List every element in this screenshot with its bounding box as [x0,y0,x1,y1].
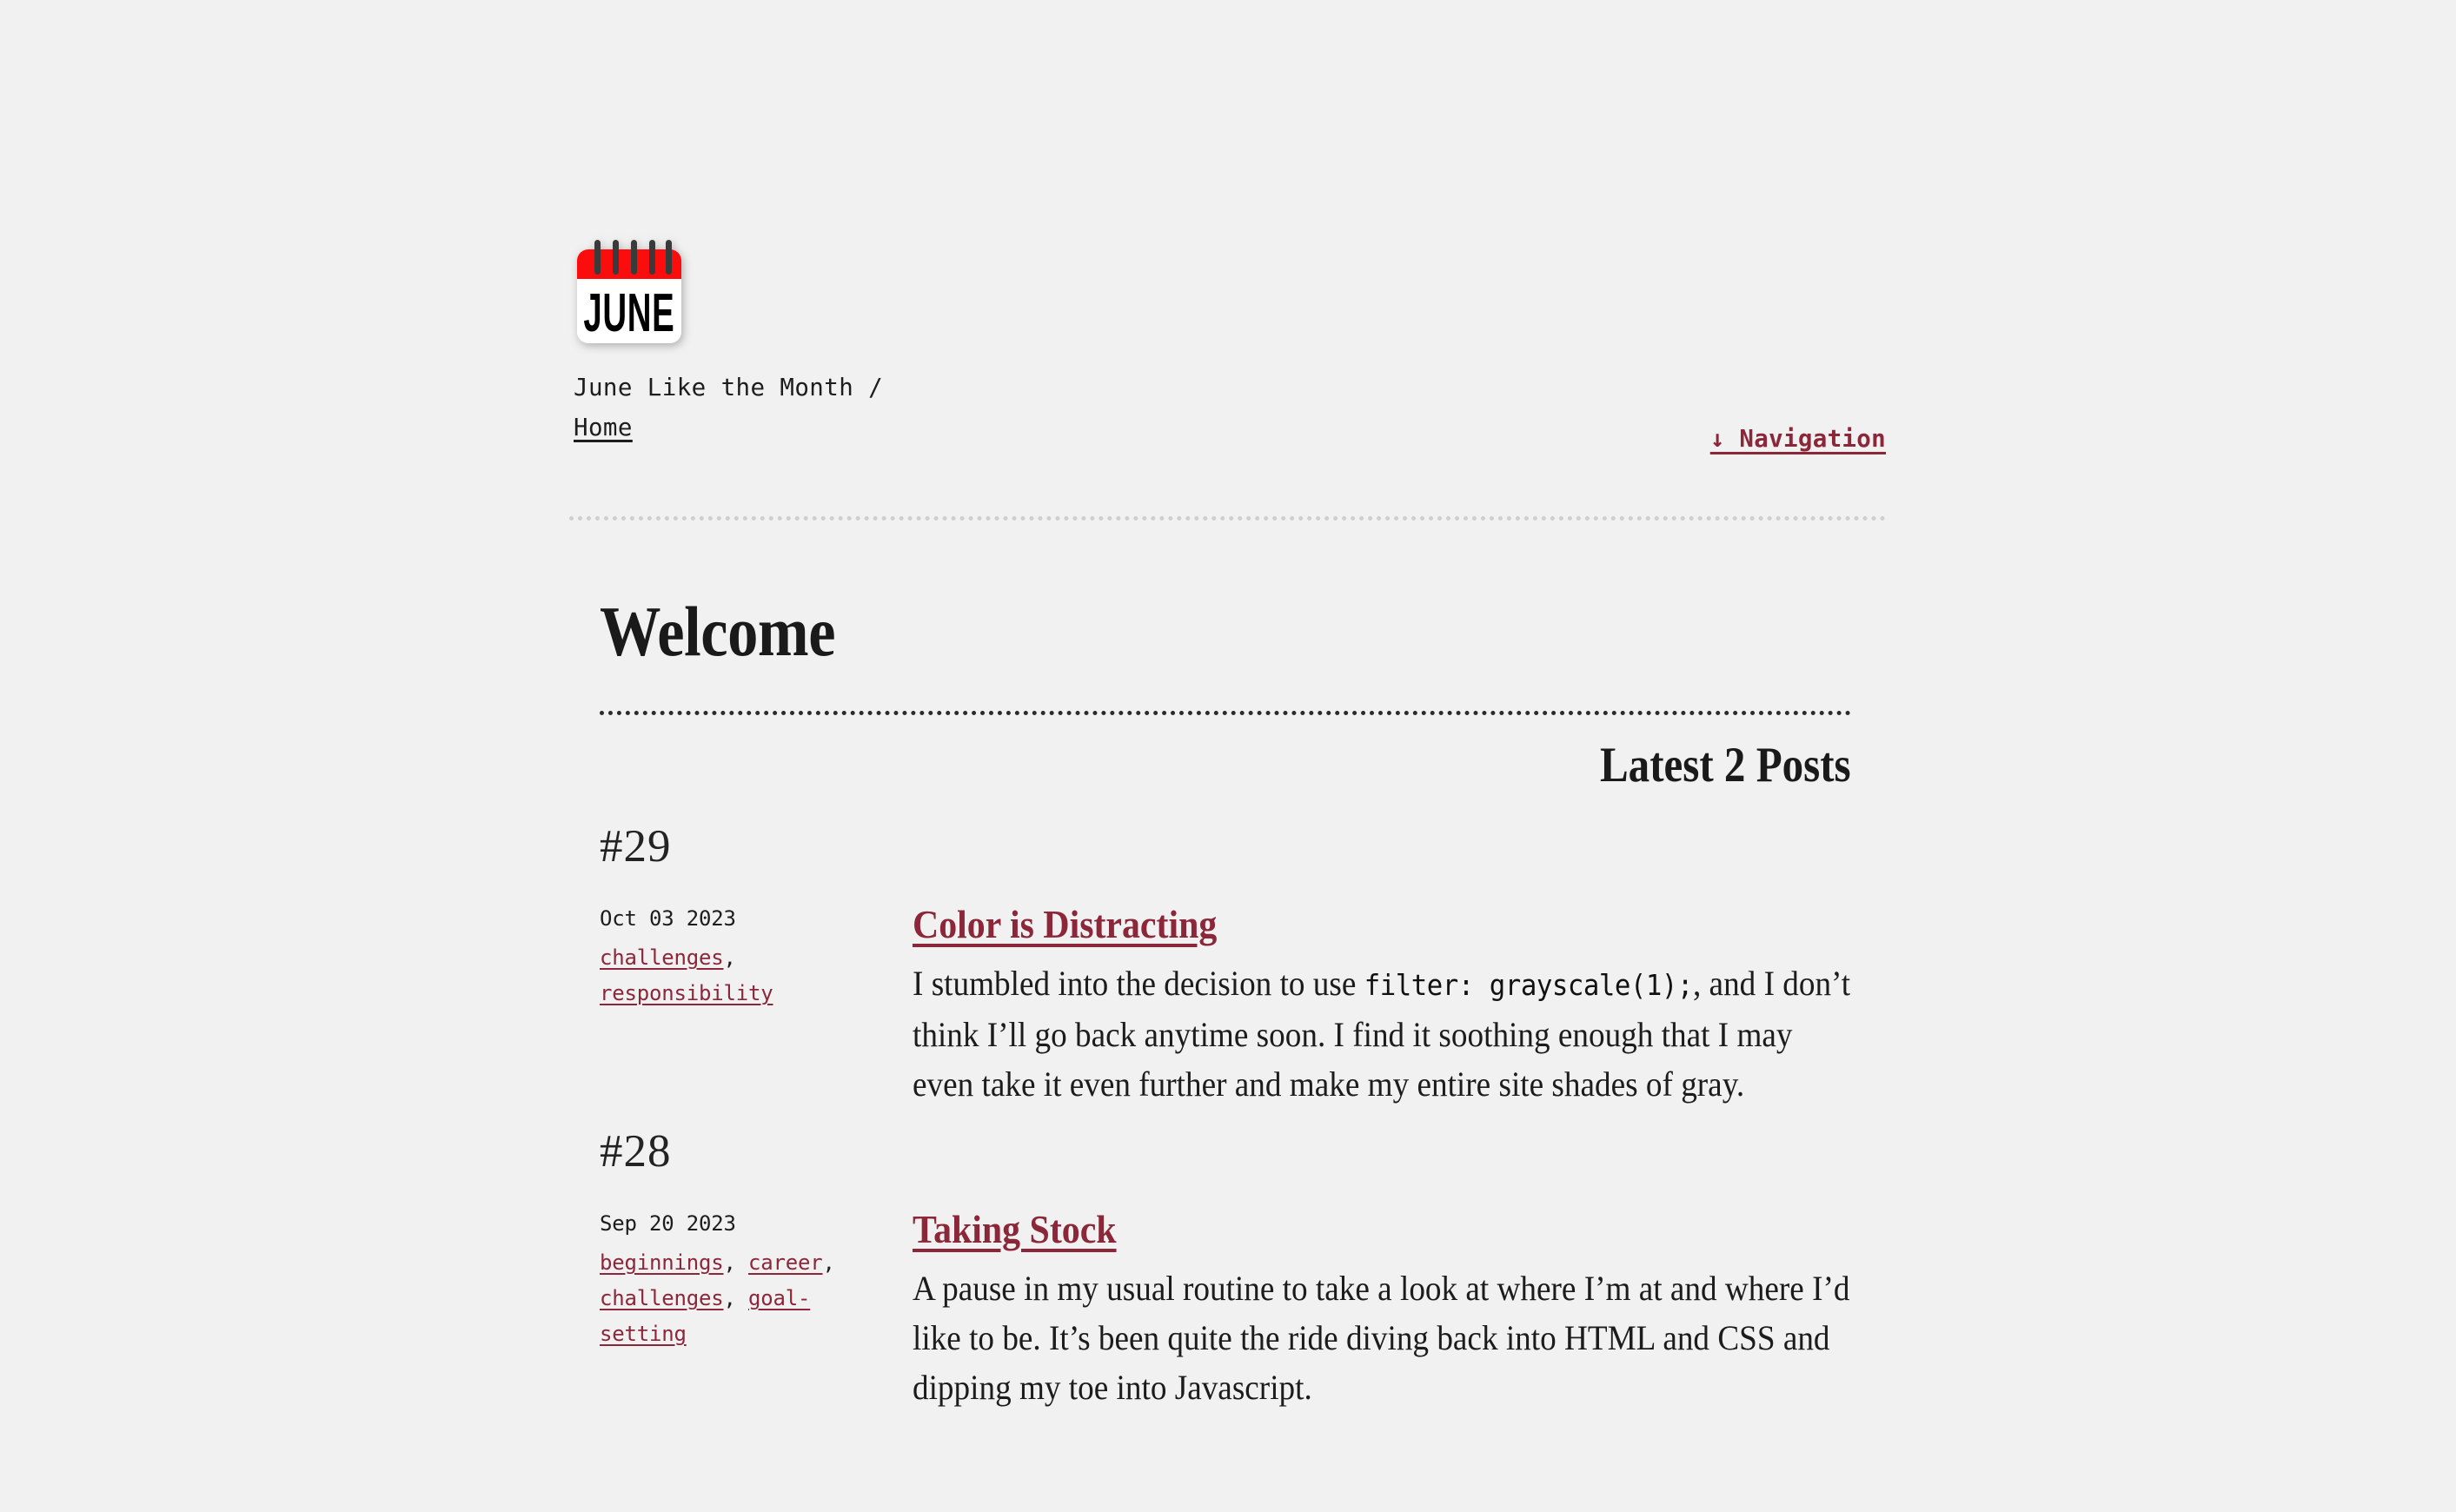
post-main-column: Taking Stock A pause in my usual routine … [913,1206,1860,1412]
post-excerpt-text-before: A pause in my usual routine to take a lo… [913,1269,1850,1407]
breadcrumb-home-link[interactable]: Home [574,414,633,441]
post-number: #29 [600,821,672,872]
post-excerpt: I stumbled into the decision to use filt… [913,958,1858,1109]
tag-separator: , [723,945,736,970]
posts-list: #29 Oct 03 2023 challenges, responsibility… [600,819,1869,1412]
page-root: JUNE June Like the Month / Home ↓ Naviga… [0,0,2456,1512]
post-tag-link[interactable]: career [748,1250,823,1275]
tag-separator: , [822,1250,835,1275]
post-tag-link[interactable]: challenges [600,1286,724,1310]
post-date: Sep 20 2023 [600,1211,736,1236]
post-main-column: Color is Distracting I stumbled into the … [913,901,1860,1109]
post-date: Oct 03 2023 [600,906,736,931]
post-excerpt-code: filter: grayscale(1); [1364,968,1694,1002]
post-item: #28 Sep 20 2023 beginnings, career, challe… [600,1124,1869,1412]
page-title-divider [600,711,1851,715]
post-item: #29 Oct 03 2023 challenges, responsibility… [600,819,1869,1109]
post-excerpt-text-before: I stumbled into the decision to use [913,964,1364,1003]
post-tags: beginnings, career, challenges, goal-set… [600,1245,886,1352]
site-header: JUNE June Like the Month / Home ↓ Naviga… [574,239,1886,453]
site-logo[interactable]: JUNE [574,239,685,347]
post-number: #28 [600,1126,672,1177]
tag-separator: , [723,1286,748,1310]
post-meta: Sep 20 2023 beginnings, career, challenge… [600,1206,886,1352]
post-title-row: Color is Distracting [913,901,1860,948]
post-body: Sep 20 2023 beginnings, career, challenge… [600,1206,1869,1412]
post-tags: challenges, responsibility [600,940,886,1011]
header-divider [569,516,1886,521]
calendar-icon: JUNE [577,240,681,343]
tag-separator: , [723,1250,748,1275]
post-meta: Oct 03 2023 challenges, responsibility [600,901,886,1011]
latest-posts-heading: Latest 2 Posts [600,734,1851,797]
post-title-link[interactable]: Color is Distracting [913,901,1217,948]
post-body: Oct 03 2023 challenges, responsibility Col… [600,901,1869,1109]
latest-posts-label: Latest 2 Posts [1600,738,1851,792]
post-excerpt: A pause in my usual routine to take a lo… [913,1263,1858,1412]
main-content: Welcome Latest 2 Posts #29 Oct 03 2023 cha… [600,591,1869,1428]
post-title-link[interactable]: Taking Stock [913,1206,1117,1253]
svg-text:JUNE: JUNE [583,282,674,343]
post-tag-link[interactable]: responsibility [600,981,773,1005]
brand-title: June Like the Month / [574,374,884,401]
post-tag-link[interactable]: challenges [600,945,724,970]
post-tag-link[interactable]: beginnings [600,1250,724,1275]
page-title: Welcome [600,592,836,671]
post-title-row: Taking Stock [913,1206,1860,1253]
brand-line: June Like the Month / Home [574,368,939,448]
navigation-toggle-link[interactable]: ↓ Navigation [1710,425,1886,453]
